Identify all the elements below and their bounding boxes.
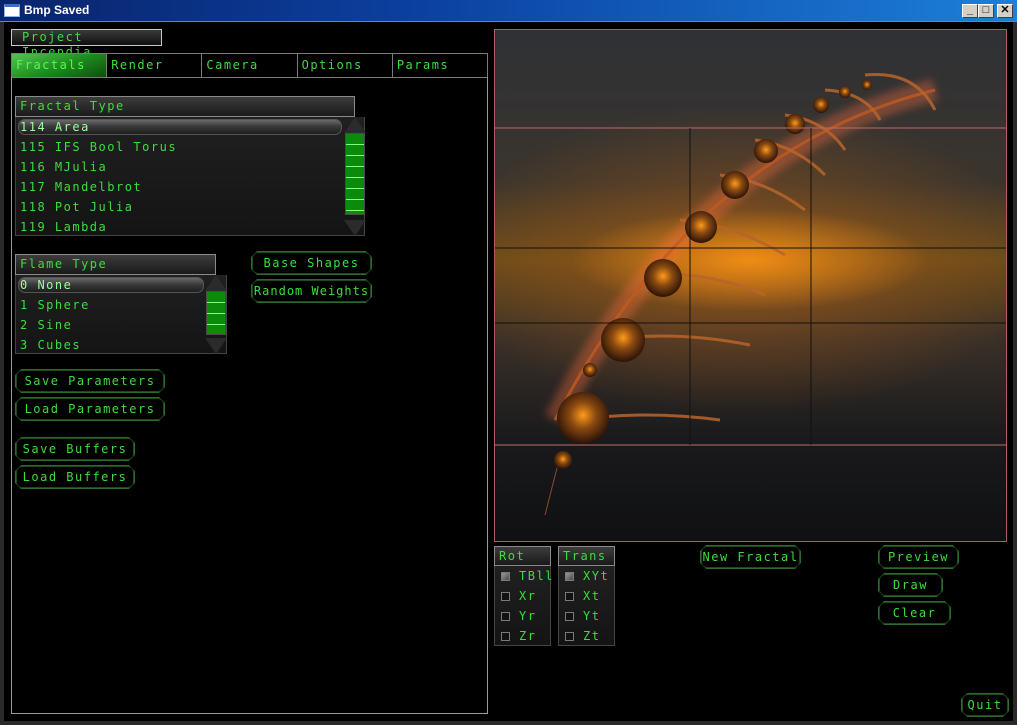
scroll-up-arrow-icon[interactable] xyxy=(344,117,366,133)
window-icon xyxy=(4,4,20,17)
tab-render[interactable]: Render xyxy=(107,54,203,77)
minimize-button[interactable]: _ xyxy=(962,4,978,18)
rot-option-xr[interactable]: Xr xyxy=(495,586,550,606)
list-item[interactable]: 3 Cubes xyxy=(16,335,226,355)
fractal-type-items: 114 Area 115 IFS Bool Torus 116 MJulia 1… xyxy=(15,117,365,236)
scroll-thumb[interactable] xyxy=(345,133,365,215)
rot-option-zr[interactable]: Zr xyxy=(495,626,550,646)
checkbox[interactable] xyxy=(501,572,510,581)
new-fractal-button[interactable]: New Fractal xyxy=(700,545,801,569)
fern-fronds xyxy=(574,72,937,422)
checkbox[interactable] xyxy=(565,572,574,581)
load-buffers-button[interactable]: Load Buffers xyxy=(15,465,135,489)
flame-type-items: 0 None 1 Sphere 2 Sine 3 Cubes xyxy=(15,275,227,354)
random-weights-button[interactable]: Random Weights xyxy=(251,279,372,303)
tab-fractals[interactable]: Fractals xyxy=(12,54,108,77)
rot-option-yr[interactable]: Yr xyxy=(495,606,550,626)
list-item[interactable]: 119 Lambda xyxy=(16,217,364,237)
list-item[interactable]: 1 Sphere xyxy=(16,295,226,315)
flame-type-header: Flame Type xyxy=(15,254,216,275)
fractal-type-header: Fractal Type xyxy=(15,96,355,117)
list-item[interactable]: 116 MJulia xyxy=(16,157,364,177)
scroll-up-arrow-icon[interactable] xyxy=(205,275,227,291)
fractal-stem xyxy=(544,467,558,516)
trans-option-zt[interactable]: Zt xyxy=(559,626,614,646)
scroll-thumb[interactable] xyxy=(206,291,226,335)
flame-type-scrollbar[interactable] xyxy=(205,275,227,354)
quit-button[interactable]: Quit xyxy=(961,693,1009,717)
save-parameters-button[interactable]: Save Parameters xyxy=(15,369,165,393)
list-item[interactable]: 118 Pot Julia xyxy=(16,197,364,217)
trans-option-xt[interactable]: Xt xyxy=(559,586,614,606)
list-item[interactable]: 115 IFS Bool Torus xyxy=(16,137,364,157)
render-preview[interactable] xyxy=(494,29,1007,542)
tab-options[interactable]: Options xyxy=(297,54,393,77)
tab-camera[interactable]: Camera xyxy=(202,54,298,77)
preview-button[interactable]: Preview xyxy=(878,545,959,569)
title-bar[interactable]: Bmp Saved _ □ ✕ xyxy=(0,0,1017,22)
list-item[interactable]: 0 None xyxy=(16,275,206,295)
trans-option-xyt[interactable]: XYt xyxy=(559,566,614,586)
clear-button[interactable]: Clear xyxy=(878,601,951,625)
list-item[interactable]: 117 Mandelbrot xyxy=(16,177,364,197)
rot-header: Rot xyxy=(494,546,551,566)
maximize-button[interactable]: □ xyxy=(978,4,994,18)
project-label: Project Incendia xyxy=(11,29,162,59)
checkbox[interactable] xyxy=(565,592,574,601)
base-shapes-button[interactable]: Base Shapes xyxy=(251,251,372,275)
fractal-glow xyxy=(545,79,938,426)
checkbox[interactable] xyxy=(565,612,574,621)
save-buffers-button[interactable]: Save Buffers xyxy=(15,437,135,461)
checkbox[interactable] xyxy=(501,592,510,601)
trans-group: Trans XYt Xt Yt Zt xyxy=(558,546,615,646)
trans-option-yt[interactable]: Yt xyxy=(559,606,614,626)
checkbox[interactable] xyxy=(501,612,510,621)
fractal-type-list: Fractal Type 114 Area 115 IFS Bool Torus… xyxy=(15,96,366,236)
rot-group: Rot TBll Xr Yr Zr xyxy=(494,546,552,646)
draw-button[interactable]: Draw xyxy=(878,573,943,597)
load-parameters-button[interactable]: Load Parameters xyxy=(15,397,165,421)
close-button[interactable]: ✕ xyxy=(997,4,1013,18)
rot-items: TBll Xr Yr Zr xyxy=(494,566,552,646)
tab-params[interactable]: Params xyxy=(392,54,488,77)
fractal-spine xyxy=(553,88,936,421)
checkbox[interactable] xyxy=(501,632,510,641)
scroll-down-arrow-icon[interactable] xyxy=(205,338,227,354)
fractal-type-scrollbar[interactable] xyxy=(344,117,366,236)
tab-bar: Fractals Render Camera Options Params xyxy=(11,53,488,78)
scroll-down-arrow-icon[interactable] xyxy=(344,220,366,236)
window-title: Bmp Saved xyxy=(24,3,90,17)
list-item[interactable]: 2 Sine xyxy=(16,315,226,335)
fractal-image xyxy=(495,72,1006,516)
trans-items: XYt Xt Yt Zt xyxy=(558,566,615,646)
flame-type-list: Flame Type 0 None 1 Sphere 2 Sine 3 Cube… xyxy=(15,254,227,354)
rot-option-tbll[interactable]: TBll xyxy=(495,566,552,586)
list-item[interactable]: 114 Area xyxy=(16,117,344,137)
trans-header: Trans xyxy=(558,546,615,566)
checkbox[interactable] xyxy=(565,632,574,641)
